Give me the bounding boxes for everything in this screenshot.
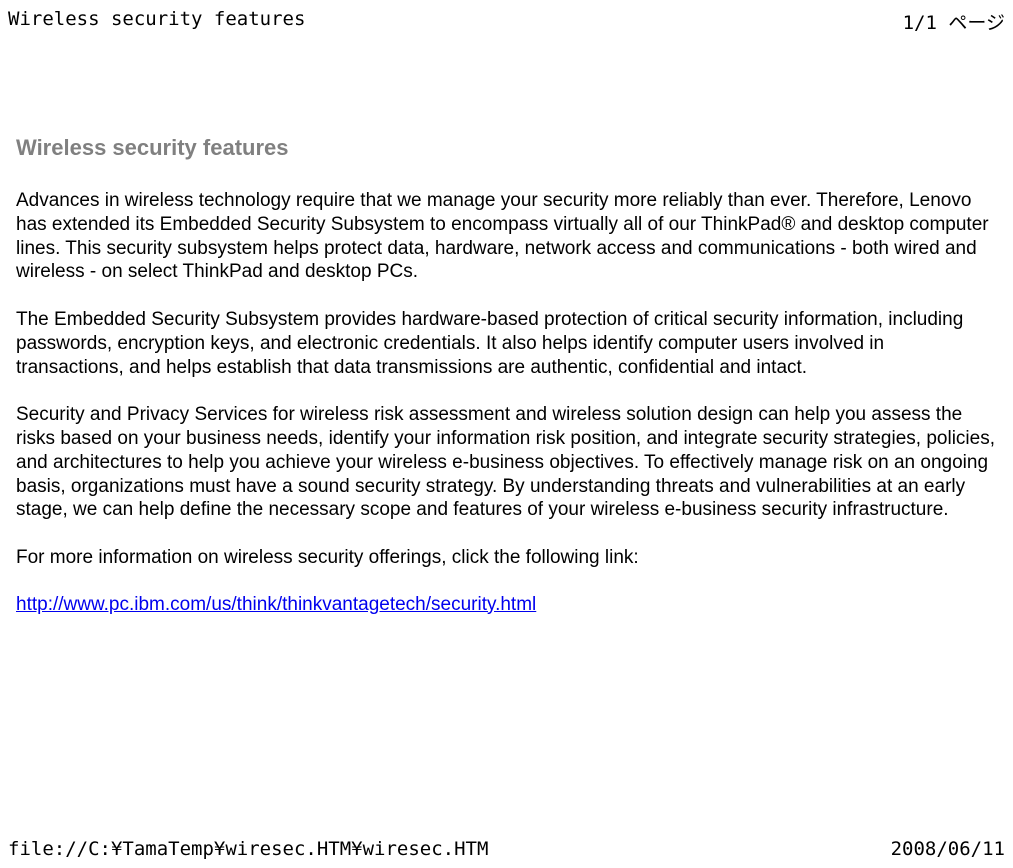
file-path: file://C:¥TamaTemp¥wiresec.HTM¥wiresec.H… xyxy=(8,838,488,860)
page-header: Wireless security features 1/1 ページ xyxy=(0,0,1013,35)
page-indicator: 1/1 ページ xyxy=(903,8,1005,35)
paragraph-3: Security and Privacy Services for wirele… xyxy=(16,403,997,522)
paragraph-2: The Embedded Security Subsystem provides… xyxy=(16,308,997,379)
paragraph-1: Advances in wireless technology require … xyxy=(16,189,997,284)
paragraph-4: For more information on wireless securit… xyxy=(16,546,997,570)
security-link[interactable]: http://www.pc.ibm.com/us/think/thinkvant… xyxy=(16,594,536,615)
document-content: Wireless security features Advances in w… xyxy=(0,35,1013,616)
footer-date: 2008/06/11 xyxy=(891,838,1005,860)
header-title: Wireless security features xyxy=(8,8,305,35)
document-title: Wireless security features xyxy=(16,135,997,161)
page-footer: file://C:¥TamaTemp¥wiresec.HTM¥wiresec.H… xyxy=(0,838,1013,860)
